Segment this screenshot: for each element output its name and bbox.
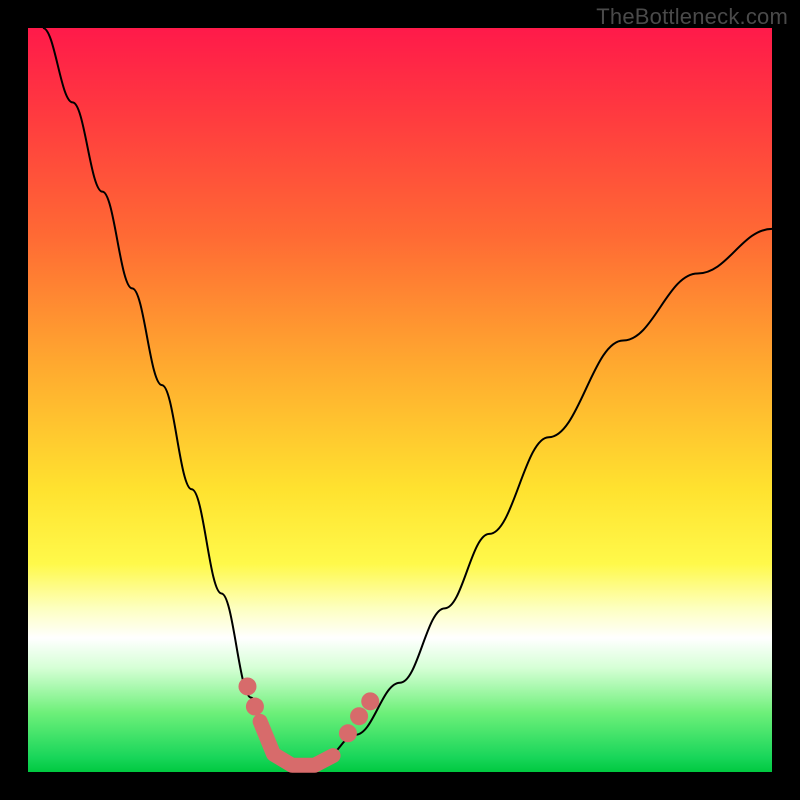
optimal-region-dot xyxy=(350,707,368,725)
optimal-region-dot xyxy=(361,692,379,710)
chart-svg xyxy=(28,28,772,772)
watermark-text: TheBottleneck.com xyxy=(596,4,788,30)
chart-plot-area xyxy=(28,28,772,772)
optimal-region-dot xyxy=(246,698,264,716)
optimal-region-dot xyxy=(339,724,357,742)
optimal-region-dots-left xyxy=(238,677,263,715)
optimal-region-dot xyxy=(238,677,256,695)
bottleneck-curve xyxy=(43,28,772,765)
optimal-region-line xyxy=(260,721,333,765)
